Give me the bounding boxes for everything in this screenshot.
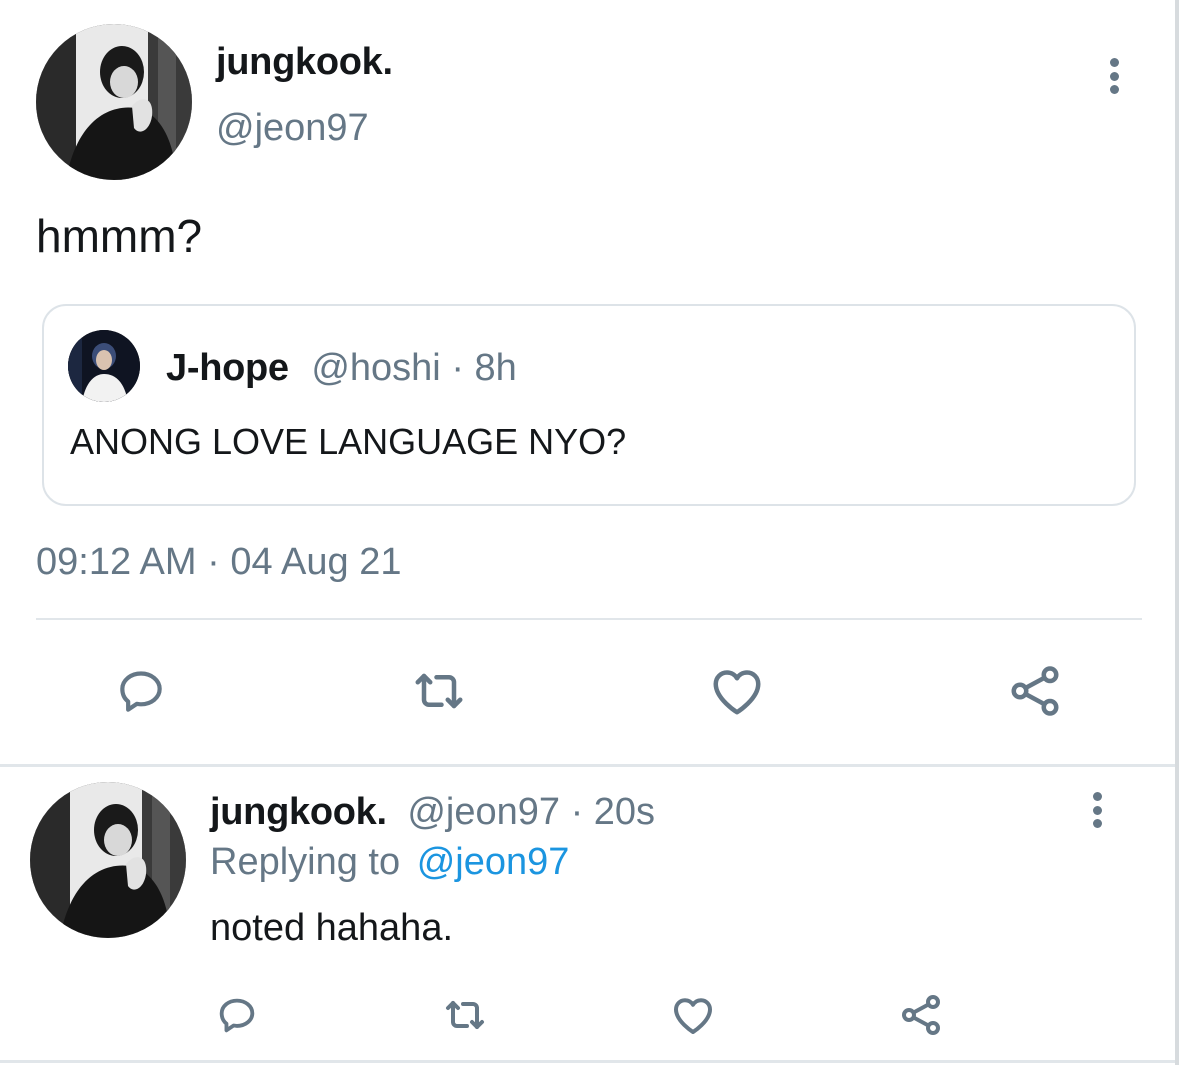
reply-icon <box>219 998 255 1033</box>
quoted-tweet-text: ANONG LOVE LANGUAGE NYO? <box>70 421 627 462</box>
reply-header: jungkook. @jeon97 · 20s <box>210 790 655 834</box>
retweet-icon <box>446 1001 484 1029</box>
reply-like-button[interactable] <box>668 990 718 1040</box>
more-dot <box>1092 819 1102 828</box>
divider <box>36 618 1142 620</box>
more-dot <box>1109 71 1119 81</box>
replying-to-label: Replying to <box>210 841 401 883</box>
reply-time: 20s <box>593 791 656 833</box>
right-edge-border <box>1175 0 1179 1065</box>
share-icon <box>1011 666 1059 716</box>
replying-to-line: Replying to @jeon97 <box>210 840 569 884</box>
replying-to-handle-link[interactable]: @jeon97 <box>417 841 570 883</box>
separator: · <box>451 347 464 389</box>
bottom-divider <box>0 1060 1175 1063</box>
quoted-author-avatar[interactable] <box>68 330 140 402</box>
quoted-author-name[interactable]: J-hope <box>166 347 289 389</box>
author-handle[interactable]: @jeon97 <box>216 106 369 150</box>
more-dot <box>1109 85 1119 94</box>
more-options-button[interactable] <box>1106 58 1122 94</box>
quoted-tweet-time: 8h <box>474 347 517 389</box>
reply-text: noted hahaha. <box>210 907 454 949</box>
reply-more-options-button[interactable] <box>1089 792 1105 828</box>
share-button[interactable] <box>1000 656 1070 726</box>
section-divider <box>0 764 1175 767</box>
reply-button[interactable] <box>106 656 176 726</box>
reply-author-avatar[interactable] <box>30 782 186 938</box>
reply-reply-button[interactable] <box>212 990 262 1040</box>
reply-author-name[interactable]: jungkook. <box>210 791 387 833</box>
share-icon <box>902 995 940 1035</box>
avatar[interactable] <box>36 24 192 180</box>
quoted-tweet-card[interactable]: J-hope @hoshi · 8h ANONG LOVE LANGUAGE N… <box>42 304 1136 506</box>
heart-icon <box>713 670 761 715</box>
retweet-button[interactable] <box>404 656 474 726</box>
more-dot <box>1092 805 1102 815</box>
more-vertical-icon <box>1109 58 1119 67</box>
heart-icon <box>674 998 712 1034</box>
separator: · <box>570 791 584 833</box>
like-button[interactable] <box>702 656 772 726</box>
quoted-tweet-header: J-hope @hoshi · 8h <box>166 346 517 390</box>
reply-author-handle[interactable]: @jeon97 <box>407 791 560 833</box>
more-vertical-icon <box>1092 792 1102 801</box>
quoted-author-handle[interactable]: @hoshi <box>311 347 440 389</box>
tweet-timestamp: 09:12 AM · 04 Aug 21 <box>36 541 402 583</box>
reply-share-button[interactable] <box>896 990 946 1040</box>
author-name[interactable]: jungkook. <box>216 40 393 84</box>
tweet-text: hmmm? <box>36 210 203 262</box>
retweet-icon <box>415 673 463 709</box>
reply-icon <box>120 671 162 712</box>
reply-retweet-button[interactable] <box>440 990 490 1040</box>
